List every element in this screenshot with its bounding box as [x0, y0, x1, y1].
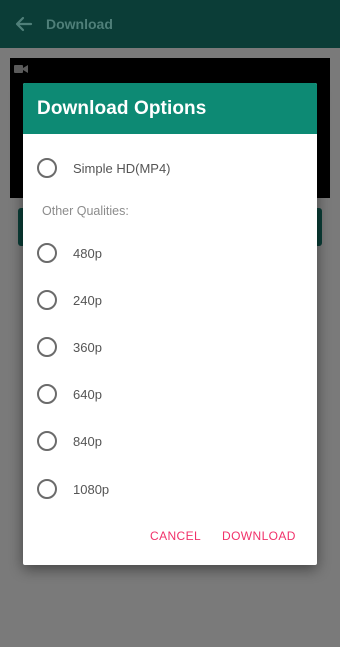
radio-button[interactable]	[37, 431, 57, 451]
other-qualities-label: Other Qualities:	[42, 204, 129, 218]
option-840p[interactable]: 840p	[37, 429, 102, 453]
option-label: 640p	[73, 386, 102, 402]
option-label: 240p	[73, 292, 102, 308]
radio-button[interactable]	[37, 337, 57, 357]
option-label: 1080p	[73, 481, 110, 497]
radio-button[interactable]	[37, 384, 57, 404]
option-360p[interactable]: 360p	[37, 335, 102, 359]
dialog-actions: CANCEL DOWNLOAD	[23, 529, 317, 549]
download-options-dialog: Download Options Simple HD(MP4) Other Qu…	[23, 83, 317, 565]
option-label: 840p	[73, 433, 102, 449]
option-label: 480p	[73, 245, 102, 261]
radio-button[interactable]	[37, 158, 57, 178]
radio-button[interactable]	[37, 479, 57, 499]
option-240p[interactable]: 240p	[37, 288, 102, 312]
option-480p[interactable]: 480p	[37, 241, 102, 265]
radio-button[interactable]	[37, 290, 57, 310]
dialog-header: Download Options	[23, 83, 317, 134]
cancel-button[interactable]: CANCEL	[150, 529, 201, 543]
option-label: Simple HD(MP4)	[73, 160, 171, 176]
option-simple-hd[interactable]: Simple HD(MP4)	[37, 156, 171, 180]
download-button[interactable]: DOWNLOAD	[222, 529, 296, 543]
option-640p[interactable]: 640p	[37, 382, 102, 406]
radio-button[interactable]	[37, 243, 57, 263]
option-1080p[interactable]: 1080p	[37, 477, 109, 501]
option-label: 360p	[73, 339, 102, 355]
dialog-title: Download Options	[37, 97, 207, 119]
